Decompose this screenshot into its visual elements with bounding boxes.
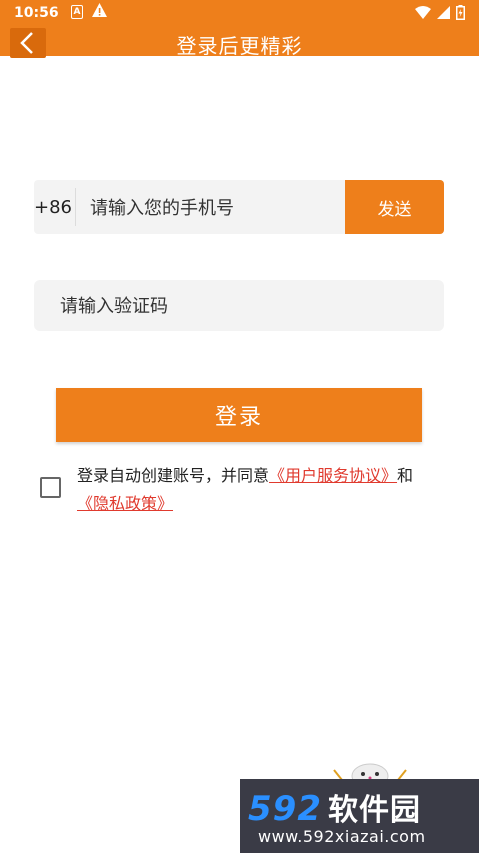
status-bar: 10:56 A [0,0,479,28]
battery-icon [456,5,465,20]
divider [75,188,76,226]
privacy-link[interactable]: 《隐私政策》 [77,494,173,513]
watermark: 592 软件园 www.592xiazai.com [240,779,479,853]
status-time: 10:56 [14,5,59,21]
terms-link[interactable]: 《用户服务协议》 [269,466,397,485]
watermark-url: www.592xiazai.com [258,827,426,846]
app-header: 10:56 A 登录后更精彩 [0,0,479,58]
signal-icon [437,6,450,19]
status-icons [415,5,465,20]
send-code-button[interactable]: 发送 [345,180,444,234]
wifi-icon [415,6,431,19]
notification-a-icon: A [71,5,83,19]
verification-code-input[interactable] [58,280,432,333]
code-field-row [34,280,444,333]
watermark-logo-text: 软件园 [327,793,421,828]
phone-field-row: +86 发送 [34,180,444,236]
country-code[interactable]: +86 [34,197,72,218]
warning-icon [92,3,107,21]
agreement-prefix: 登录自动创建账号，并同意 [77,466,270,485]
page-title: 登录后更精彩 [176,34,303,58]
login-button[interactable]: 登录 [56,388,422,442]
watermark-logo-number: 592 [248,789,322,829]
watermark-logo: 592 软件园 [248,785,421,829]
phone-input[interactable] [88,180,342,236]
agreement-text: 登录自动创建账号，并同意《用户服务协议》和《隐私政策》 [77,462,457,518]
agreement-checkbox[interactable] [40,477,61,498]
agreement-conjunction: 和 [397,466,414,485]
